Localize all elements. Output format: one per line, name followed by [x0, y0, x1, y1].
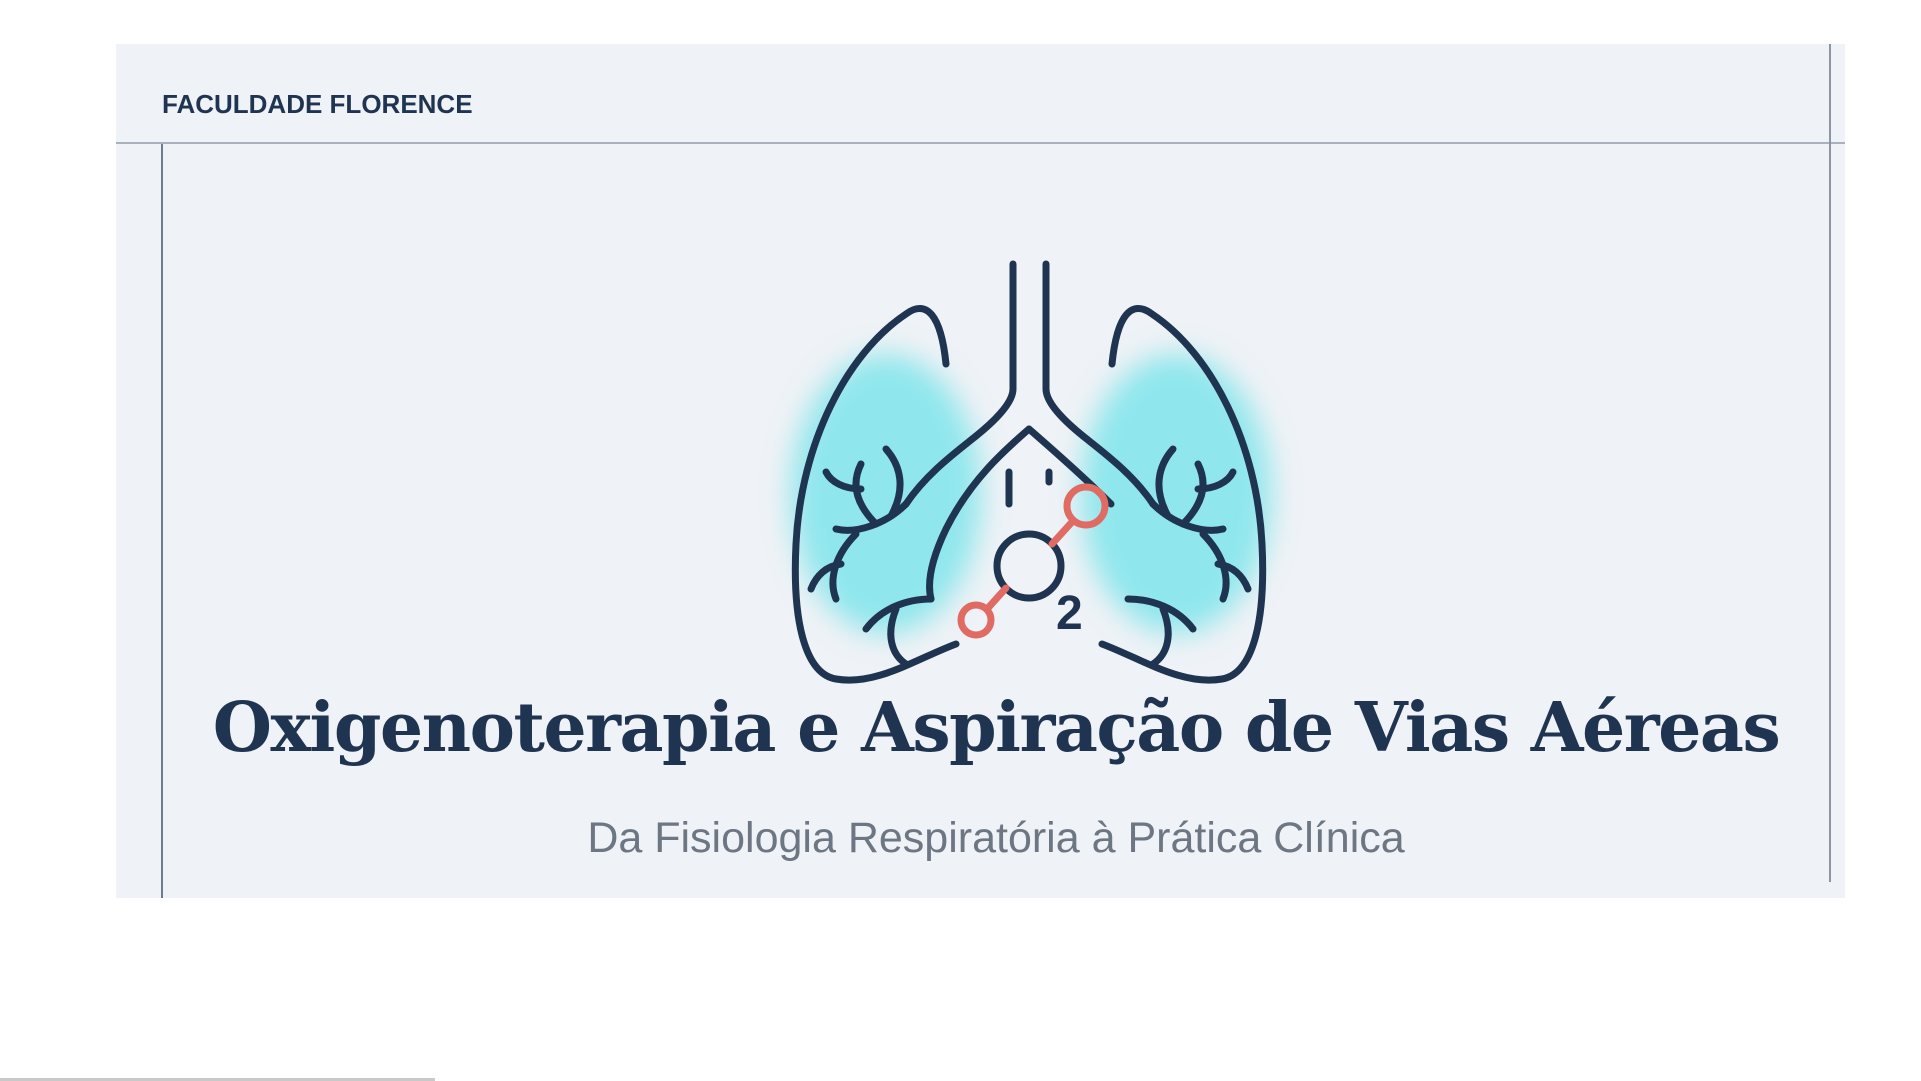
- oxygen-subscript: 2: [1056, 587, 1083, 640]
- oxygen-accent-bottom: [957, 601, 995, 639]
- header-divider: [116, 142, 1845, 144]
- trachea: [972, 260, 1017, 440]
- institution-name: FACULDADE FLORENCE: [162, 89, 473, 119]
- right-border: [1829, 44, 1831, 882]
- lungs-oxygen-icon: 2: [791, 260, 1271, 684]
- title-slide: FACULDADE FLORENCE 2 Oxigenoterapia e As…: [116, 44, 1845, 898]
- slide-title: Oxigenoterapia e Aspiração de Vias Aérea…: [212, 688, 1781, 768]
- left-border: [161, 144, 163, 898]
- slide-subtitle: Da Fisiologia Respiratória à Prática Clí…: [587, 814, 1405, 862]
